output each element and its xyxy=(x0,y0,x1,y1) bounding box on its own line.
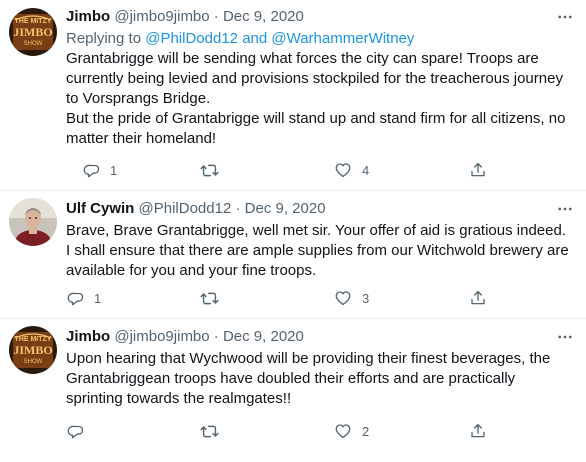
reply-icon xyxy=(66,422,84,440)
tweet-header: Jimbo @jimbo9jimbo · Dec 9, 2020 xyxy=(66,327,576,347)
avatar-logo-text-top: THE MITZY xyxy=(15,336,52,343)
author-handle[interactable]: @jimbo9jimbo xyxy=(114,328,209,345)
retweet-button[interactable] xyxy=(200,421,229,441)
tweet-actions: 1 4 xyxy=(0,160,586,180)
more-options-icon[interactable] xyxy=(554,7,576,27)
retweet-icon xyxy=(200,289,219,308)
like-count: 3 xyxy=(362,290,370,306)
tweet[interactable]: THE MITZY JIMBO SHOW Jimbo @jimbo9jimbo … xyxy=(0,319,586,462)
like-button[interactable]: 4 xyxy=(334,160,369,180)
avatar-logo-text-bot: SHOW xyxy=(24,41,43,47)
replying-to-label: Replying to xyxy=(66,30,142,47)
author-handle[interactable]: @PhilDodd12 xyxy=(139,200,232,217)
tweet-header: Ulf Cywin @PhilDodd12 · Dec 9, 2020 xyxy=(66,199,576,219)
tweet-text: Grantabrigge will be sending what forces… xyxy=(66,49,576,149)
tweet-date[interactable]: Dec 9, 2020 xyxy=(223,328,304,345)
tweet-actions: 2 xyxy=(0,421,586,441)
tweet-paragraph: Brave, Brave Grantabrigge, well met sir.… xyxy=(66,222,566,239)
author-name[interactable]: Jimbo xyxy=(66,8,110,25)
jimbo-logo-avatar[interactable]: THE MITZY JIMBO SHOW xyxy=(9,8,57,56)
like-count: 2 xyxy=(362,423,370,439)
reply-button[interactable] xyxy=(66,421,94,441)
share-button[interactable] xyxy=(469,160,487,180)
reply-icon xyxy=(82,161,100,179)
avatar-logo-text-mid: JIMBO xyxy=(13,25,52,39)
tweet-actions: 1 3 xyxy=(0,288,586,308)
mention-link[interactable]: @WarhammerWitney xyxy=(271,30,414,47)
more-options-icon[interactable] xyxy=(554,327,576,347)
tweet-content: Jimbo @jimbo9jimbo · Dec 9, 2020 Replyin… xyxy=(66,7,576,149)
share-icon xyxy=(469,161,487,179)
heart-icon xyxy=(334,289,352,307)
tweet-date[interactable]: Dec 9, 2020 xyxy=(245,200,326,217)
tweet-content: Ulf Cywin @PhilDodd12 · Dec 9, 2020 Brav… xyxy=(66,199,576,281)
heart-icon xyxy=(334,422,352,440)
tweet[interactable]: Ulf Cywin @PhilDodd12 · Dec 9, 2020 Brav… xyxy=(0,191,586,319)
tweet-paragraph: But the pride of Grantabrigge will stand… xyxy=(66,110,566,147)
replying-to-and: and xyxy=(242,30,268,47)
separator-dot: · xyxy=(213,328,219,345)
reply-button[interactable]: 1 xyxy=(82,160,117,180)
separator-dot: · xyxy=(235,200,241,217)
retweet-button[interactable] xyxy=(200,160,229,180)
tweet-paragraph: I shall ensure that there are ample supp… xyxy=(66,242,569,279)
tweet-content: Jimbo @jimbo9jimbo · Dec 9, 2020 Upon he… xyxy=(66,327,576,409)
avatar-logo-text-top: THE MITZY xyxy=(15,18,52,25)
reply-count: 1 xyxy=(110,162,118,178)
share-button[interactable] xyxy=(469,421,487,441)
author-name[interactable]: Ulf Cywin xyxy=(66,200,134,217)
heart-icon xyxy=(334,161,352,179)
tweet[interactable]: THE MITZY JIMBO SHOW Jimbo @jimbo9jimbo … xyxy=(0,0,586,191)
share-button[interactable] xyxy=(469,288,487,308)
reply-icon xyxy=(66,289,84,307)
author-name[interactable]: Jimbo xyxy=(66,328,110,345)
replying-to: Replying to @PhilDodd12 and @WarhammerWi… xyxy=(66,29,576,49)
share-icon xyxy=(469,289,487,307)
tweet-header: Jimbo @jimbo9jimbo · Dec 9, 2020 xyxy=(66,7,576,27)
author-handle[interactable]: @jimbo9jimbo xyxy=(114,8,209,25)
mention-link[interactable]: @PhilDodd12 xyxy=(145,30,238,47)
share-icon xyxy=(469,422,487,440)
retweet-icon xyxy=(200,161,219,180)
like-count: 4 xyxy=(362,162,370,178)
more-options-icon[interactable] xyxy=(554,199,576,219)
jimbo-logo-avatar[interactable]: THE MITZY JIMBO SHOW xyxy=(9,326,57,374)
tweet-paragraph: Grantabrigge will be sending what forces… xyxy=(66,50,563,107)
reply-count: 1 xyxy=(94,290,102,306)
separator-dot: · xyxy=(213,8,219,25)
avatar-logo-text-bot: SHOW xyxy=(24,359,43,365)
tweet-text: Upon hearing that Wychwood will be provi… xyxy=(66,349,576,409)
retweet-button[interactable] xyxy=(200,288,229,308)
tweet-thread: THE MITZY JIMBO SHOW Jimbo @jimbo9jimbo … xyxy=(0,0,586,462)
like-button[interactable]: 3 xyxy=(334,288,369,308)
retweet-icon xyxy=(200,422,219,441)
like-button[interactable]: 2 xyxy=(334,421,369,441)
tweet-paragraph: Upon hearing that Wychwood will be provi… xyxy=(66,350,551,407)
reply-button[interactable]: 1 xyxy=(66,288,101,308)
person-photo-avatar[interactable] xyxy=(9,198,57,246)
avatar-logo-text-mid: JIMBO xyxy=(13,343,52,357)
tweet-text: Brave, Brave Grantabrigge, well met sir.… xyxy=(66,221,576,281)
tweet-date[interactable]: Dec 9, 2020 xyxy=(223,8,304,25)
